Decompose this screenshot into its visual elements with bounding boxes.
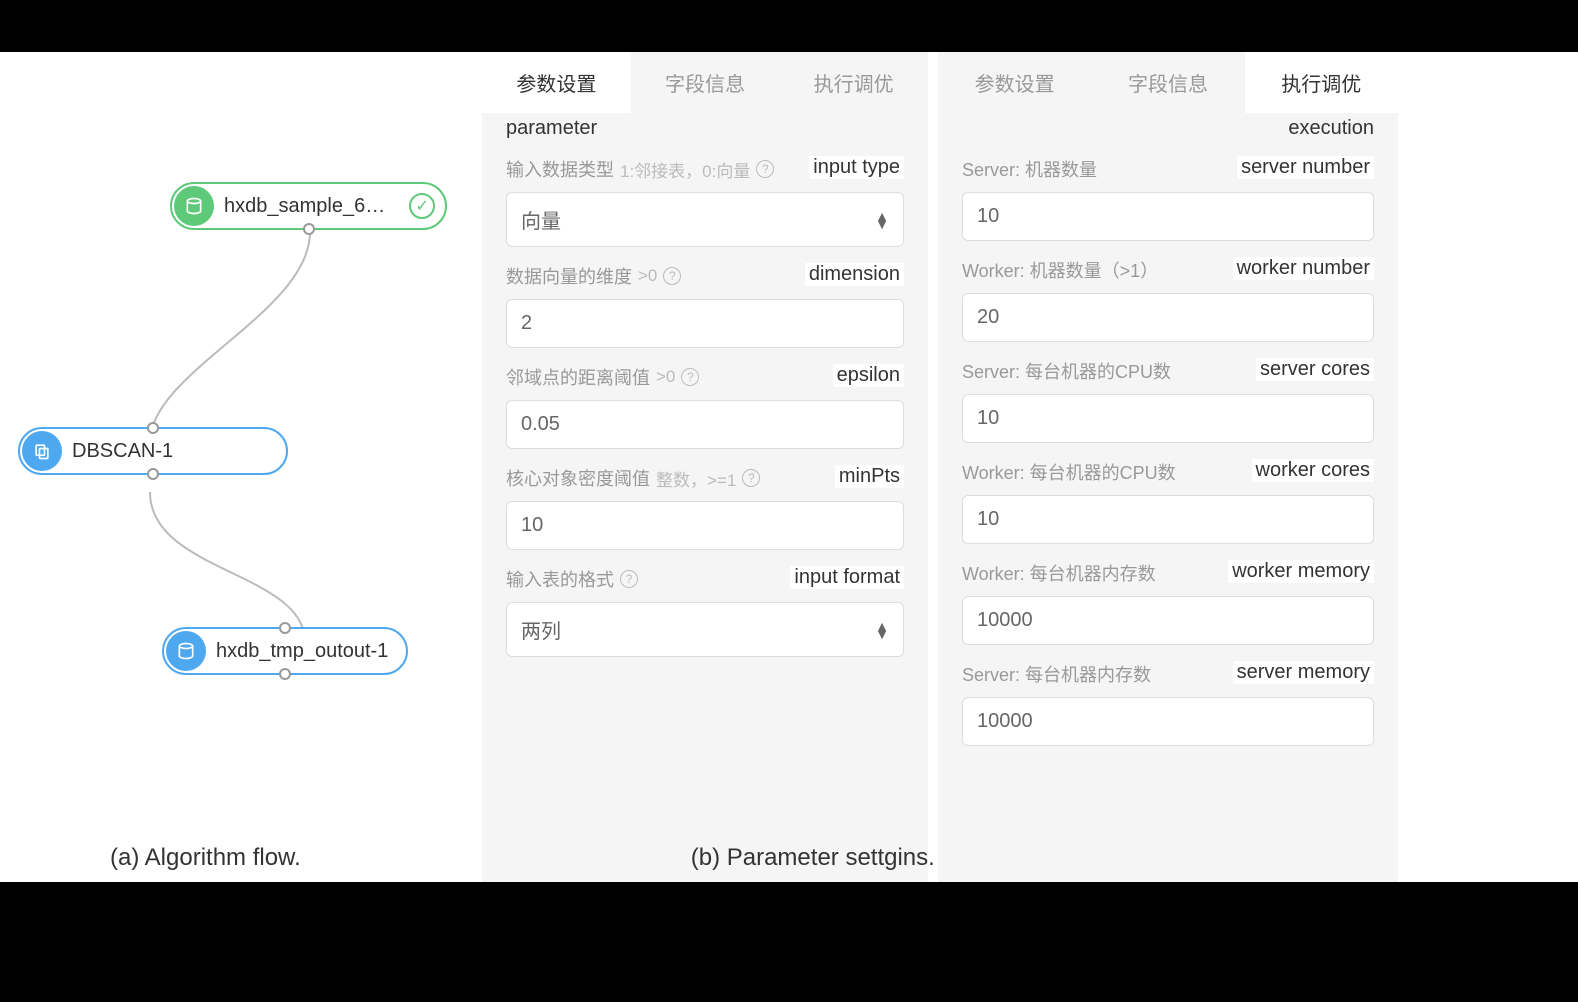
field-minpts: 核心对象密度阈值 整数，>=1 ? minPts — [482, 455, 928, 556]
field-worker-cores: Worker: 每台机器的CPU数 worker cores — [938, 449, 1398, 550]
caption-a: (a) Algorithm flow. — [110, 844, 301, 872]
database-icon — [166, 631, 206, 671]
algorithm-flow-panel: hxdb_sample_6… ✓ DBSCAN-1 hxdb_tmp_outou… — [0, 52, 482, 882]
help-icon[interactable]: ? — [681, 368, 699, 386]
parameter-panel: 参数设置 字段信息 执行调优 parameter 输入数据类型 1:邻接表，0:… — [482, 52, 928, 882]
top-black-bar — [0, 0, 1578, 52]
help-icon[interactable]: ? — [663, 267, 681, 285]
annotation-server-memory: server memory — [1233, 661, 1374, 684]
annotation-worker-cores: worker cores — [1252, 459, 1374, 482]
tab-execution[interactable]: 执行调优 — [1245, 52, 1398, 113]
node-output-port[interactable] — [303, 223, 315, 235]
annotation-server-number: server number — [1237, 156, 1374, 179]
node-input-port[interactable] — [279, 622, 291, 634]
select-arrows-icon: ▲▼ — [875, 622, 889, 638]
captions-row: (a) Algorithm flow. (b) Parameter settgi… — [0, 844, 1578, 872]
tab-fields[interactable]: 字段信息 — [1091, 52, 1244, 113]
field-server-number: Server: 机器数量 server number — [938, 146, 1398, 247]
main-content: hxdb_sample_6… ✓ DBSCAN-1 hxdb_tmp_outou… — [0, 52, 1578, 882]
input-worker-number[interactable] — [962, 293, 1374, 342]
input-worker-cores[interactable] — [962, 495, 1374, 544]
field-input-type: 输入数据类型 1:邻接表，0:向量 ? input type 向量 ▲▼ — [482, 146, 928, 247]
field-input-format: 输入表的格式 ? input format 两列 ▲▼ — [482, 556, 928, 657]
exec-tabs: 参数设置 字段信息 执行调优 — [938, 52, 1398, 113]
select-input-format[interactable]: 两列 ▲▼ — [506, 602, 904, 657]
field-worker-memory: Worker: 每台机器内存数 worker memory — [938, 550, 1398, 651]
tab-parameter[interactable]: 参数设置 — [938, 52, 1091, 113]
annotation-worker-number: worker number — [1233, 257, 1374, 280]
flow-node-output[interactable]: hxdb_tmp_outout-1 — [162, 627, 408, 675]
annotation-input-format: input format — [790, 566, 904, 589]
field-dimension: 数据向量的维度 >0 ? dimension — [482, 253, 928, 354]
annotation-worker-memory: worker memory — [1228, 560, 1374, 583]
annotation-parameter: parameter — [482, 113, 928, 146]
annotation-dimension: dimension — [805, 263, 904, 286]
annotation-minpts: minPts — [835, 465, 904, 488]
field-worker-number: Worker: 机器数量（>1） worker number — [938, 247, 1398, 348]
input-server-cores[interactable] — [962, 394, 1374, 443]
help-icon[interactable]: ? — [742, 469, 760, 487]
flow-node-source[interactable]: hxdb_sample_6… ✓ — [170, 182, 447, 230]
node-label: hxdb_sample_6… — [224, 195, 403, 218]
select-arrows-icon: ▲▼ — [875, 212, 889, 228]
tab-execution[interactable]: 执行调优 — [779, 52, 928, 113]
field-server-memory: Server: 每台机器内存数 server memory — [938, 651, 1398, 752]
input-server-memory[interactable] — [962, 697, 1374, 746]
flow-node-dbscan[interactable]: DBSCAN-1 — [18, 427, 288, 475]
input-worker-memory[interactable] — [962, 596, 1374, 645]
caption-b: (b) Parameter settgins. — [691, 844, 935, 872]
param-tabs: 参数设置 字段信息 执行调优 — [482, 52, 928, 113]
field-server-cores: Server: 每台机器的CPU数 server cores — [938, 348, 1398, 449]
database-icon — [174, 186, 214, 226]
copy-icon — [22, 431, 62, 471]
input-server-number[interactable] — [962, 192, 1374, 241]
check-icon: ✓ — [409, 193, 435, 219]
input-minpts[interactable] — [506, 501, 904, 550]
annotation-execution: execution — [938, 113, 1398, 146]
node-label: hxdb_tmp_outout-1 — [216, 640, 406, 663]
tab-fields[interactable]: 字段信息 — [631, 52, 780, 113]
help-icon[interactable]: ? — [620, 570, 638, 588]
select-input-type[interactable]: 向量 ▲▼ — [506, 192, 904, 247]
annotation-server-cores: server cores — [1256, 358, 1374, 381]
input-dimension[interactable] — [506, 299, 904, 348]
tab-parameter[interactable]: 参数设置 — [482, 52, 631, 113]
field-epsilon: 邻域点的距离阈值 >0 ? epsilon — [482, 354, 928, 455]
execution-panel: 参数设置 字段信息 执行调优 execution Server: 机器数量 se… — [938, 52, 1398, 882]
node-output-port[interactable] — [147, 468, 159, 480]
annotation-input-type: input type — [809, 156, 904, 179]
flow-edges — [20, 72, 462, 722]
node-input-port[interactable] — [147, 422, 159, 434]
node-output-port[interactable] — [279, 668, 291, 680]
bottom-black-bar — [0, 882, 1578, 1002]
help-icon[interactable]: ? — [756, 160, 774, 178]
annotation-epsilon: epsilon — [833, 364, 904, 387]
input-epsilon[interactable] — [506, 400, 904, 449]
node-label: DBSCAN-1 — [72, 440, 191, 463]
